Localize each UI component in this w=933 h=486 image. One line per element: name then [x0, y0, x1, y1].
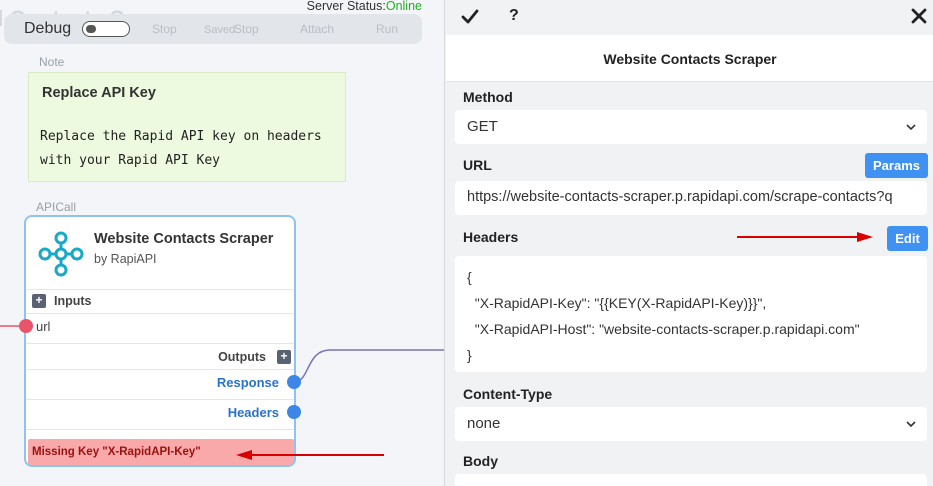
panel-title: Website Contacts Scraper — [603, 51, 777, 67]
method-select[interactable]: GET — [455, 110, 927, 144]
stop-button[interactable]: Stop — [152, 22, 177, 36]
panel-toolbar: ? — [445, 0, 933, 35]
node-divider — [26, 399, 294, 400]
response-output-wire — [293, 349, 444, 383]
note-title: Replace API Key — [42, 85, 156, 101]
content-type-select[interactable]: none — [455, 407, 927, 441]
flow-canvas[interactable]: d Contacts Scraper Debug Saved Stop Stop… — [0, 0, 444, 486]
node-divider — [26, 429, 294, 430]
server-status-label: Server Status: — [306, 0, 386, 13]
help-icon[interactable]: ? — [509, 7, 519, 25]
input-url-label: url — [36, 319, 51, 334]
api-node-caption: APICall — [36, 200, 77, 214]
method-value: GET — [467, 118, 498, 135]
inputs-label: Inputs — [54, 294, 92, 308]
add-output-button[interactable]: + — [277, 350, 291, 364]
stop-all-button[interactable]: Stop — [234, 22, 259, 36]
run-button[interactable]: Run — [376, 22, 398, 36]
body-label: Body — [463, 453, 498, 469]
node-divider — [26, 369, 294, 370]
headers-code: { "X-RapidAPI-Key": "{{KEY(X-RapidAPI-Ke… — [467, 269, 860, 363]
close-icon[interactable] — [911, 8, 927, 24]
add-input-button[interactable]: + — [32, 294, 46, 308]
outputs-label: Outputs — [218, 350, 266, 364]
content-type-value: none — [467, 415, 501, 432]
output-response-label: Response — [216, 375, 279, 390]
params-button[interactable]: Params — [865, 153, 928, 178]
chevron-down-icon — [906, 421, 916, 428]
url-input-port[interactable] — [19, 319, 33, 333]
debug-label: Debug — [24, 20, 72, 37]
missing-key-error: Missing Key "X-RapidAPI-Key" — [28, 439, 294, 465]
server-status: Server Status:Online — [307, 0, 422, 13]
api-call-node[interactable]: Website Contacts Scraper by RapiAPI + In… — [24, 215, 296, 467]
url-value: https://website-contacts-scraper.p.rapid… — [467, 189, 893, 205]
debug-toggle[interactable] — [82, 21, 130, 37]
note-body: Replace the Rapid API key on headers wit… — [40, 129, 322, 168]
check-icon[interactable] — [461, 8, 479, 26]
properties-panel: ? Website Contacts Scraper Method GET UR… — [444, 0, 933, 486]
node-divider — [26, 289, 294, 290]
method-label: Method — [463, 89, 513, 105]
edit-headers-button[interactable]: Edit — [887, 226, 928, 251]
node-divider — [26, 313, 294, 314]
response-output-port[interactable] — [287, 375, 301, 389]
content-type-label: Content-Type — [463, 386, 553, 402]
debug-toolbar: Debug Saved Stop Stop Attach Run — [4, 14, 422, 44]
url-input[interactable]: https://website-contacts-scraper.p.rapid… — [455, 181, 927, 215]
attach-button[interactable]: Attach — [300, 22, 334, 36]
saved-status: Saved — [204, 24, 236, 36]
error-text: Missing Key "X-RapidAPI-Key" — [32, 446, 201, 458]
headers-editor[interactable]: { "X-RapidAPI-Key": "{{KEY(X-RapidAPI-Ke… — [455, 256, 927, 372]
toggle-knob — [86, 24, 96, 33]
headers-output-port[interactable] — [287, 405, 301, 419]
note-caption: Note — [39, 55, 65, 69]
node-subtitle: by RapiAPI — [94, 252, 157, 266]
url-label: URL — [463, 157, 492, 173]
note-card[interactable]: Replace API Key Replace the Rapid API ke… — [28, 72, 346, 182]
api-network-icon — [38, 231, 84, 277]
edit-annotation-arrow-icon — [737, 232, 873, 242]
body-editor[interactable] — [455, 474, 927, 486]
output-headers-label: Headers — [227, 405, 279, 420]
chevron-down-icon — [906, 124, 916, 131]
node-title: Website Contacts Scraper — [94, 231, 274, 247]
panel-header: Website Contacts Scraper — [446, 35, 933, 82]
node-divider — [26, 343, 294, 344]
server-status-value: Online — [385, 0, 422, 13]
headers-label: Headers — [463, 229, 519, 245]
